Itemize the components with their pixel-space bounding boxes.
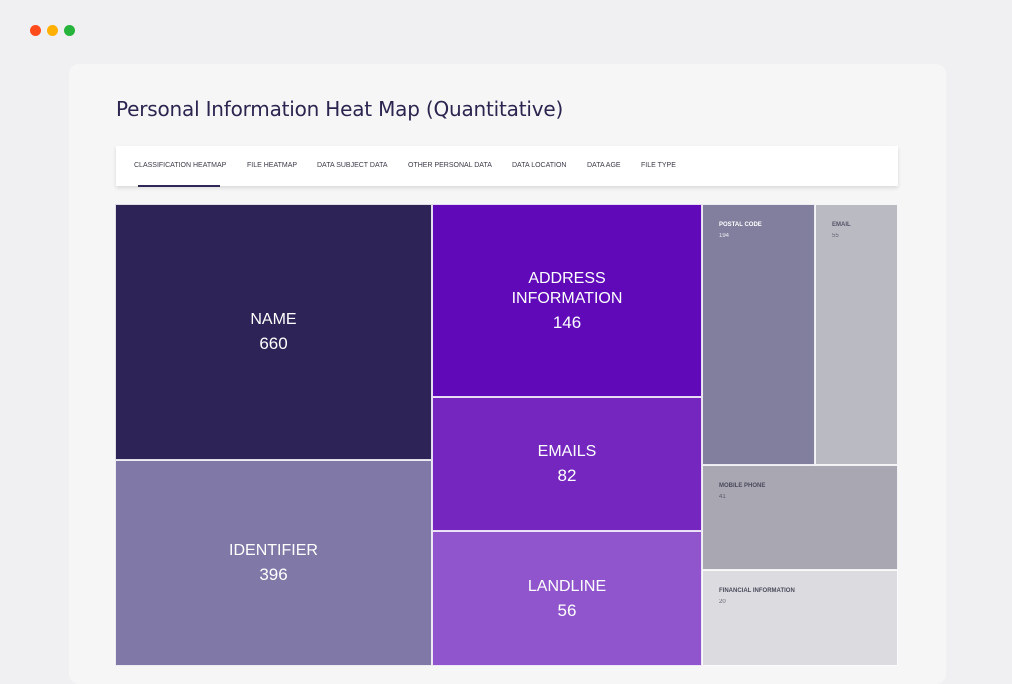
treemap-cell-label-line: EMAILS xyxy=(537,443,597,460)
page-title: Personal Information Heat Map (Quantitat… xyxy=(116,97,564,121)
tab-other-personal-data[interactable]: OTHER PERSONAL DATA xyxy=(408,146,492,186)
tab-bar: CLASSIFICATION HEATMAP FILE HEATMAP DATA… xyxy=(116,146,898,186)
treemap-cell-label-line: INFORMATION xyxy=(511,289,623,307)
treemap-cell-label-line: NAME xyxy=(250,311,297,328)
treemap-cell-label-line: LANDLINE xyxy=(527,577,607,595)
treemap-cell-label-line: IDENTIFIER xyxy=(229,542,318,559)
tab-data-subject-data[interactable]: DATA SUBJECT DATA xyxy=(317,146,388,186)
treemap-cell-identifier[interactable]: IDENTIFIER 396 xyxy=(115,460,432,666)
treemap-cell-value: 396 xyxy=(259,565,288,584)
treemap-cell-landline[interactable]: LANDLINE 56 xyxy=(432,531,702,666)
treemap-cell-label: EMAILS xyxy=(538,442,597,462)
treemap-cell-label: POSTAL CODE xyxy=(719,222,762,228)
treemap-cell-value: 660 xyxy=(259,334,288,353)
treemap-cell-mobile-phone[interactable]: MOBILE PHONE 41 xyxy=(702,465,898,570)
maximize-window-icon[interactable] xyxy=(64,25,75,36)
treemap-cell-value: 20 xyxy=(719,599,726,605)
treemap-cell-address-information[interactable]: ADDRESS INFORMATION 146 xyxy=(432,204,702,397)
treemap-cell-label: MOBILE PHONE xyxy=(719,483,766,489)
active-tab-indicator xyxy=(138,185,220,187)
treemap-cell-label: IDENTIFIER xyxy=(229,541,318,561)
tab-file-type[interactable]: FILE TYPE xyxy=(641,146,676,186)
treemap-cell-postal-code[interactable]: POSTAL CODE 194 xyxy=(702,204,815,465)
treemap-cell-label-line: ADDRESS xyxy=(528,269,606,287)
tab-file-heatmap[interactable]: FILE HEATMAP xyxy=(247,146,297,186)
treemap-cell-label: NAME xyxy=(250,310,296,330)
tab-data-location[interactable]: DATA LOCATION xyxy=(512,146,566,186)
treemap-cell-value: 55 xyxy=(832,233,839,239)
treemap-cell-email[interactable]: EMAIL 55 xyxy=(815,204,898,465)
treemap-cell-label: FINANCIAL INFORMATION xyxy=(719,588,795,594)
tab-classification-heatmap[interactable]: CLASSIFICATION HEATMAP xyxy=(134,146,226,186)
treemap-cell-value: 82 xyxy=(557,466,577,485)
treemap-cell-value: 194 xyxy=(719,233,730,239)
treemap-cell-financial-information[interactable]: FINANCIAL INFORMATION 20 xyxy=(702,570,898,666)
tab-data-age[interactable]: DATA AGE xyxy=(587,146,621,186)
treemap-cell-label: LANDLINE xyxy=(528,577,606,597)
treemap-cell-label: ADDRESS INFORMATION xyxy=(512,269,623,309)
treemap-cell-value: 41 xyxy=(719,494,726,500)
treemap-cell-name[interactable]: NAME 660 xyxy=(115,204,432,460)
minimize-window-icon[interactable] xyxy=(47,25,58,36)
treemap-cell-emails[interactable]: EMAILS 82 xyxy=(432,397,702,531)
treemap-cell-value: 146 xyxy=(552,312,582,332)
treemap-cell-label: EMAIL xyxy=(832,222,851,228)
window-controls xyxy=(30,25,75,36)
treemap-cell-value: 56 xyxy=(557,600,577,620)
close-window-icon[interactable] xyxy=(30,25,41,36)
